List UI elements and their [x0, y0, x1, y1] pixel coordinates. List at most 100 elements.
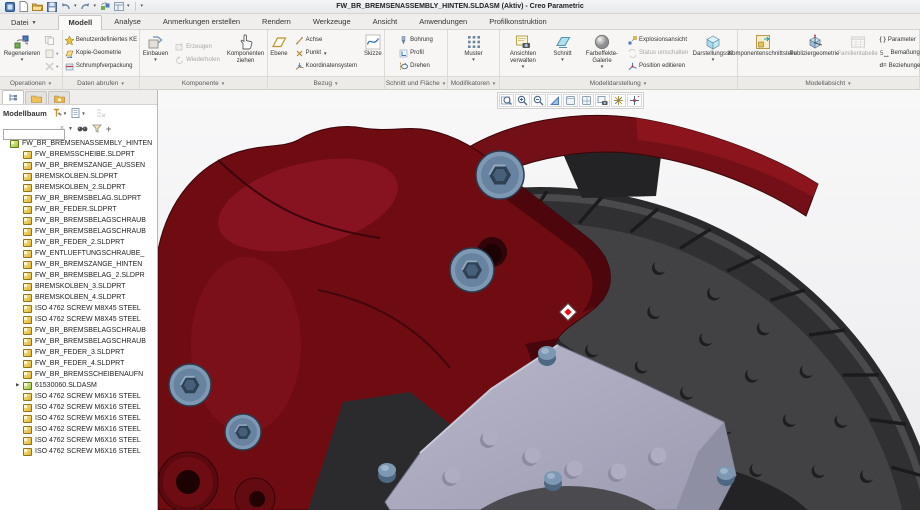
- group-label-modelldarstellung[interactable]: Modelldarstellung▼: [500, 77, 738, 89]
- annotation-display-button[interactable]: [595, 94, 610, 107]
- search-input[interactable]: [3, 129, 65, 140]
- paste-button[interactable]: ▼: [44, 47, 60, 59]
- find-icon[interactable]: [76, 124, 89, 133]
- koordinatensystem-button[interactable]: Koordinatensystem: [292, 60, 360, 72]
- muster-button[interactable]: Muster▼: [462, 32, 484, 74]
- expand-icon[interactable]: [16, 383, 23, 388]
- zoom-fit-button[interactable]: [499, 94, 514, 107]
- repaint-button[interactable]: [547, 94, 562, 107]
- window-switch-dropdown[interactable]: ▾: [127, 4, 130, 9]
- saved-orientations-button[interactable]: [579, 94, 594, 107]
- tree-item[interactable]: FW_BR_FEDER.SLDPRT: [0, 204, 157, 215]
- tree-item[interactable]: FW_BR_FEDER_2.SLDPRT: [0, 237, 157, 248]
- bemassung-button[interactable]: 5 Bemaßung: [877, 47, 920, 59]
- new-file-button[interactable]: [18, 1, 29, 12]
- tree-item[interactable]: FW_BR_BREMSBELAGSCHRAUB: [0, 336, 157, 347]
- qat-overflow[interactable]: ▾: [141, 4, 144, 9]
- expand-add-icon[interactable]: +: [105, 124, 112, 134]
- search-clear-icon[interactable]: ×: [60, 123, 64, 134]
- tree-filters-button[interactable]: ▼: [51, 107, 68, 119]
- tree-item[interactable]: FW_BR_BREMSBELAGSCHRAUB: [0, 215, 157, 226]
- tree-item[interactable]: BREMSKOLBEN.SLDPRT: [0, 171, 157, 182]
- group-label-bezug[interactable]: Bezug▼: [268, 77, 385, 89]
- redo-dropdown[interactable]: ▾: [94, 4, 97, 9]
- explosionsansicht-button[interactable]: Explosionsansicht: [625, 34, 689, 46]
- tree-item[interactable]: BREMSKOLBEN_3.SLDPRT: [0, 281, 157, 292]
- wheel-stud[interactable]: [544, 471, 562, 491]
- tree-item[interactable]: BREMSKOLBEN_2.SLDPRT: [0, 182, 157, 193]
- tree-item[interactable]: FW_ENTLUEFTUNGSCHRAUBE_: [0, 248, 157, 259]
- file-menu[interactable]: Datei ▼: [3, 16, 44, 29]
- tree-item[interactable]: FW_BR_FEDER_4.SLDPRT: [0, 358, 157, 369]
- folder-browser-tab[interactable]: [25, 91, 47, 104]
- tree-item[interactable]: 61530060.SLDASM: [0, 380, 157, 391]
- search-options-dropdown[interactable]: ▼: [67, 126, 74, 132]
- display-style-button[interactable]: [563, 94, 578, 107]
- punkt-button[interactable]: Punkt▼: [292, 47, 360, 59]
- drehen-button[interactable]: Drehen: [396, 60, 436, 72]
- ribbon-tab[interactable]: Rendern: [252, 14, 301, 29]
- ribbon-tab[interactable]: Werkzeuge: [303, 14, 361, 29]
- filter-icon[interactable]: [91, 124, 103, 133]
- datum-display-filters-button[interactable]: [611, 94, 626, 107]
- locate-in-tree-button[interactable]: [95, 107, 107, 119]
- bohrung-button[interactable]: Bohrung: [396, 34, 436, 46]
- ebene-button[interactable]: Ebene: [268, 32, 289, 74]
- socket-screw[interactable]: [450, 248, 494, 292]
- tree-item[interactable]: FW_BR_BREMSBELAG_2.SLDPR: [0, 270, 157, 281]
- open-file-button[interactable]: [32, 1, 43, 12]
- group-label-modifikatoren[interactable]: Modifikatoren▼: [448, 77, 500, 89]
- tree-item[interactable]: ISO 4762 SCREW M8X45 STEEL: [0, 303, 157, 314]
- ribbon-tab[interactable]: Modell: [58, 15, 102, 30]
- wheel-stud[interactable]: [538, 346, 556, 366]
- benutzerdefiniertes-ke-button[interactable]: Benutzerdefiniertes KE: [62, 34, 140, 46]
- achse-button[interactable]: Achse: [292, 34, 360, 46]
- tree-item[interactable]: ISO 4762 SCREW M6X16 STEEL: [0, 446, 157, 457]
- tree-item[interactable]: FW_BR_BREMSBELAGSCHRAUB: [0, 325, 157, 336]
- ansichten-verwalten-button[interactable]: Ansichten verwalten▼: [502, 32, 544, 74]
- komponentenschnittstelle-button[interactable]: Komponentenschnittstelle: [737, 32, 789, 74]
- tree-item[interactable]: ISO 4762 SCREW M6X16 STEEL: [0, 424, 157, 435]
- erzeugen-button[interactable]: Erzeugen: [172, 41, 223, 53]
- tree-item[interactable]: ISO 4762 SCREW M8X45 STEEL: [0, 314, 157, 325]
- socket-screw[interactable]: [476, 151, 524, 199]
- familientabelle-button[interactable]: Familientabelle: [841, 32, 875, 74]
- group-label-komponente[interactable]: Komponente▼: [140, 77, 268, 89]
- einbauen-button[interactable]: Einbauen▼: [141, 32, 170, 74]
- tree-item[interactable]: FW_BR_BREMSBELAG.SLDPRT: [0, 193, 157, 204]
- tree-columns-button[interactable]: ▼: [70, 107, 86, 119]
- tree-item[interactable]: ISO 4762 SCREW M6X16 STEEL: [0, 402, 157, 413]
- komponenten-ziehen-button[interactable]: Komponenten ziehen: [225, 32, 266, 74]
- profil-button[interactable]: Profil: [396, 47, 436, 59]
- ribbon-tab[interactable]: Ansicht: [363, 14, 408, 29]
- group-label-daten-abrufen[interactable]: Daten abrufen▼: [63, 77, 140, 89]
- tree-item[interactable]: ISO 4762 SCREW M6X16 STEEL: [0, 413, 157, 424]
- parameter-button[interactable]: { } Parameter: [877, 34, 920, 46]
- group-label-operationen[interactable]: Operationen▼: [0, 77, 63, 89]
- schnitt-button[interactable]: Schnitt▼: [546, 32, 579, 74]
- wheel-stud[interactable]: [717, 466, 735, 486]
- graphics-area[interactable]: [158, 90, 920, 510]
- schrumpfverpackung-button[interactable]: Schrumpfverpackung: [62, 60, 140, 72]
- ribbon-tab[interactable]: Profilkonstruktion: [479, 14, 557, 29]
- spin-center-button[interactable]: [627, 94, 642, 107]
- undo-dropdown[interactable]: ▾: [74, 4, 77, 9]
- undo-button[interactable]: [60, 1, 71, 12]
- zoom-in-button[interactable]: [515, 94, 530, 107]
- ribbon-tab[interactable]: Anmerkungen erstellen: [153, 14, 250, 29]
- model-canvas[interactable]: [158, 90, 920, 510]
- wiederholen-button[interactable]: Wiederholen: [172, 54, 223, 66]
- socket-screw[interactable]: [225, 414, 261, 450]
- tree-item[interactable]: FW_BR_BREMSZANGE_AUSSEN: [0, 160, 157, 171]
- tree-item[interactable]: FW_BR_BREMSSCHEIBENAUFN: [0, 369, 157, 380]
- app-icon[interactable]: [4, 1, 15, 12]
- zoom-out-button[interactable]: [531, 94, 546, 107]
- model-tree-tab[interactable]: [2, 90, 24, 104]
- tree-item[interactable]: BREMSKOLBEN_4.SLDPRT: [0, 292, 157, 303]
- delete-button[interactable]: ▼: [44, 60, 60, 72]
- window-switch-button[interactable]: [113, 1, 124, 12]
- ribbon-tab[interactable]: Analyse: [104, 14, 151, 29]
- tree-item[interactable]: FW_BREMSSCHEIBE.SLDPRT: [0, 149, 157, 160]
- tree-item[interactable]: FW_BR_BREMSZANGE_HINTEN: [0, 259, 157, 270]
- publiziergeometrie-button[interactable]: Publiziergeometrie: [791, 32, 839, 74]
